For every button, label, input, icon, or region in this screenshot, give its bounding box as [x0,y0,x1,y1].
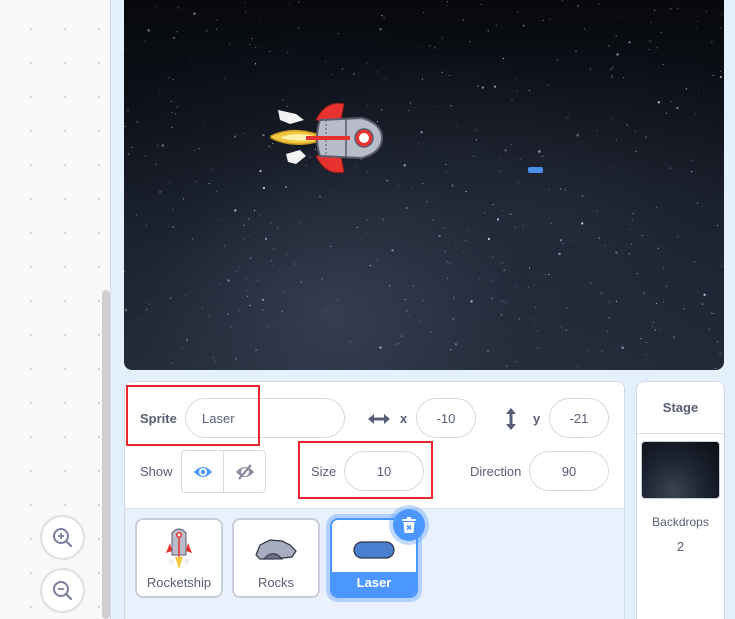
zoom-out-button[interactable] [40,568,85,613]
y-position-input[interactable]: -21 [549,398,609,438]
zoom-out-icon [52,580,72,600]
direction-label: Direction [470,464,522,479]
show-hidden-button[interactable] [223,451,265,492]
stage-canvas[interactable] [124,0,724,370]
rocks-thumbnail-icon [255,539,297,560]
highlight-box-sprite-name [126,385,260,446]
highlight-box-size [298,441,433,499]
show-label: Show [140,464,173,479]
stage-selector-pane[interactable]: Stage Backdrops 2 [636,381,725,619]
sprite-tile-name: Laser [356,575,392,590]
x-label: x [400,411,408,426]
delete-sprite-button[interactable] [393,509,425,541]
pane-divider [111,0,124,619]
trash-icon [402,517,416,533]
laser-sprite[interactable] [528,167,543,173]
sprite-tile-rocketship[interactable]: Rocketship [135,518,223,598]
horizontal-arrows-icon [368,414,390,424]
stage-title: Stage [637,382,724,434]
sprite-info-panel: Sprite Laser x -10 y -21 Show Size 10 Di… [125,382,624,509]
vertical-arrows-icon [506,408,516,430]
backdrops-count: 2 [676,539,685,554]
x-position-input[interactable]: -10 [416,398,476,438]
sprite-tile-name: Rocks [257,575,295,590]
zoom-in-icon [52,527,72,547]
y-label: y [533,411,541,426]
backdrops-label: Backdrops [652,515,709,529]
sprite-tile-name: Rocketship [146,575,212,590]
zoom-in-button[interactable] [40,515,85,560]
direction-input[interactable]: 90 [529,451,609,491]
show-visible-button[interactable] [182,451,223,492]
code-workspace[interactable] [0,0,111,619]
rocketship-sprite[interactable] [266,98,386,178]
show-toggle-group [181,450,266,493]
laser-thumbnail-icon [353,541,395,559]
sprite-pane: Sprite Laser x -10 y -21 Show Size 10 Di… [124,381,625,619]
eye-icon [193,466,212,477]
starfield-backdrop [124,0,723,369]
eye-slash-icon [235,463,254,480]
backdrop-thumbnail[interactable] [641,441,720,499]
rocketship-thumbnail-icon [166,528,192,569]
workspace-scrollbar[interactable] [102,290,110,619]
sprite-tile-rocks[interactable]: Rocks [232,518,320,598]
